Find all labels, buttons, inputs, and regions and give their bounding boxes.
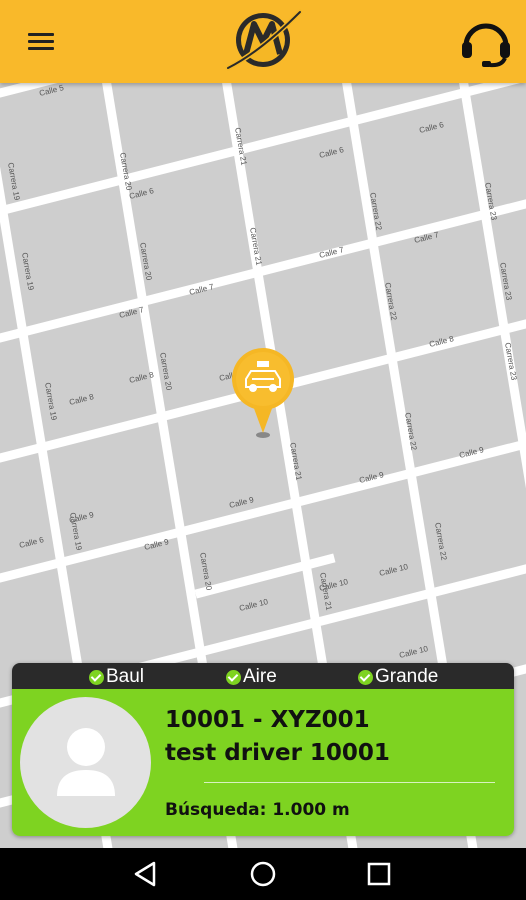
taxi-location-marker[interactable] [230,345,296,441]
recents-square-icon[interactable] [362,860,396,888]
back-triangle-icon[interactable] [130,860,164,888]
feature-label: Grande [375,666,439,687]
vehicle-features-bar: Baul Aire Grande [12,663,514,689]
app-logo [225,9,303,71]
user-placeholder-icon [57,728,115,796]
divider [204,782,495,783]
search-radius-label: Búsqueda: 1.000 m [165,800,350,820]
home-circle-icon[interactable] [246,860,280,888]
feature-label: Baul [106,666,145,687]
driver-id-plate: 10001 - XYZ001 [165,707,370,733]
check-icon [226,669,241,685]
feature-aire: Aire [226,666,277,688]
check-icon [358,669,373,685]
driver-avatar [20,697,151,828]
driver-details: 10001 - XYZ001 test driver 10001 Búsqued… [12,689,514,836]
driver-name: test driver 10001 [165,740,390,766]
hamburger-menu-icon[interactable] [22,29,62,55]
feature-grande: Grande [358,666,438,688]
feature-baul: Baul [89,666,144,688]
feature-label: Aire [243,666,277,687]
top-app-bar [0,0,526,83]
check-icon [89,669,104,685]
driver-info-card[interactable]: Baul Aire Grande 10001 - XYZ001 test dri… [12,663,514,836]
headset-icon[interactable] [456,16,516,68]
system-navigation-bar [0,848,526,900]
